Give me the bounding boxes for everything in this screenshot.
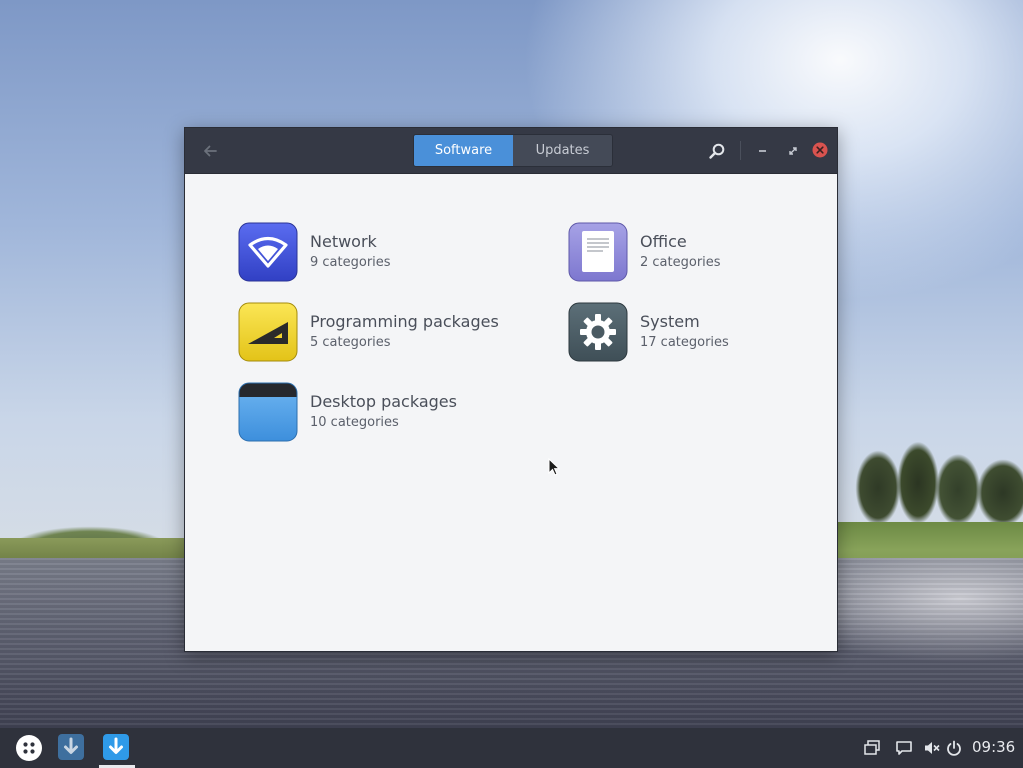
minimize-icon [759,150,766,152]
category-office[interactable]: Office 2 categories [568,222,721,282]
maximize-icon [789,147,797,155]
close-icon [812,142,828,158]
taskbar: 09:36 [0,728,1023,768]
category-count: 10 categories [310,414,399,430]
notifications-button[interactable] [895,739,913,761]
category-name: Network [310,231,377,251]
software-center-icon [103,734,129,760]
workspace-switcher[interactable] [863,739,881,761]
category-count: 2 categories [640,254,721,270]
search-icon [709,143,725,159]
close-button[interactable] [811,141,829,159]
chat-icon [896,741,912,755]
taskbar-clock[interactable]: 09:36 [972,738,1015,756]
category-network[interactable]: Network 9 categories [238,222,391,282]
volume-muted-icon [925,742,940,754]
arrow-left-icon [204,145,217,157]
volume-button[interactable] [923,739,941,761]
category-grid: Network 9 categories Office 2 categories [185,174,837,651]
window-titlebar[interactable]: Software Updates [185,128,837,174]
windows-icon [864,740,880,755]
taskbar-app-installer[interactable] [57,733,85,765]
category-count: 17 categories [640,334,729,350]
category-count: 5 categories [310,334,391,350]
software-center-window: Software Updates Network 9 categories Of… [184,127,838,652]
back-button[interactable] [199,140,221,162]
network-wifi-icon [238,222,298,282]
category-name: System [640,311,700,331]
search-button[interactable] [707,141,727,161]
taskbar-app-software-center[interactable] [101,733,131,765]
system-gear-icon [568,302,628,362]
maximize-button[interactable] [783,141,803,161]
app-launcher-button[interactable] [15,734,43,766]
category-count: 9 categories [310,254,391,270]
category-programming-packages[interactable]: Programming packages 5 categories [238,302,499,362]
minimize-button[interactable] [753,141,773,161]
power-icon [947,740,961,756]
category-name: Office [640,231,687,251]
software-installer-icon [58,734,84,760]
power-button[interactable] [945,739,963,761]
app-launcher-icon [16,735,42,761]
office-document-icon [568,222,628,282]
category-name: Programming packages [310,311,499,331]
programming-ruler-icon [238,302,298,362]
wallpaper-trees [838,418,1023,528]
view-switcher: Software Updates [413,134,613,167]
desktop-window-icon [238,382,298,442]
category-system[interactable]: System 17 categories [568,302,729,362]
category-desktop-packages[interactable]: Desktop packages 10 categories [238,382,457,442]
tab-updates[interactable]: Updates [513,135,612,166]
tab-software[interactable]: Software [414,135,513,166]
mouse-cursor-icon [548,458,561,476]
titlebar-separator [740,141,741,160]
category-name: Desktop packages [310,391,457,411]
